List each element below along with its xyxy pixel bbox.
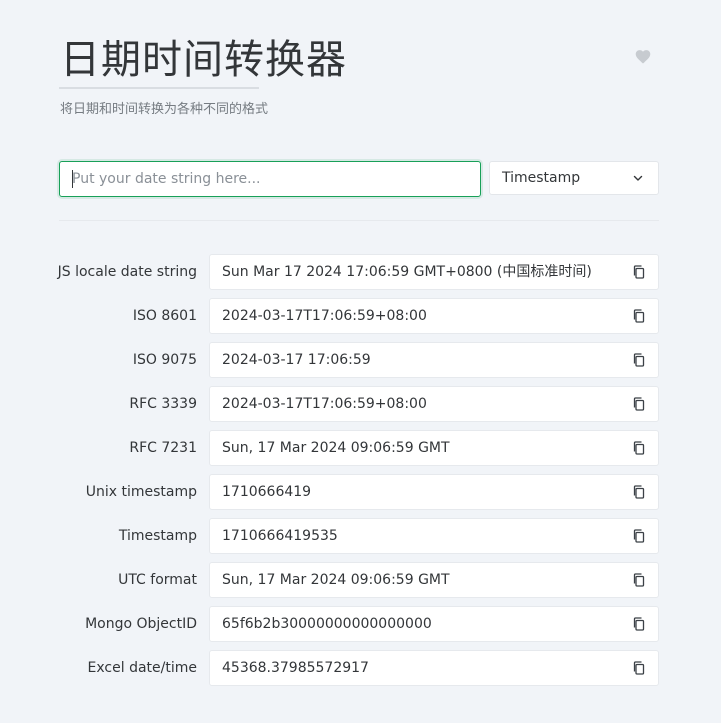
result-row: ISO 8601 2024-03-17T17:06:59+08:00 (0, 298, 721, 334)
heart-icon[interactable] (634, 48, 652, 64)
result-label: RFC 3339 (129, 396, 197, 412)
result-value-field[interactable]: Sun, 17 Mar 2024 09:06:59 GMT (209, 562, 659, 598)
result-value-field[interactable]: 2024-03-17T17:06:59+08:00 (209, 298, 659, 334)
result-label: RFC 7231 (129, 440, 197, 456)
copy-icon[interactable] (631, 396, 647, 412)
result-row: Unix timestamp 1710666419 (0, 474, 721, 510)
result-value-field[interactable]: 2024-03-17 17:06:59 (209, 342, 659, 378)
result-value-field[interactable]: 2024-03-17T17:06:59+08:00 (209, 386, 659, 422)
copy-icon[interactable] (631, 352, 647, 368)
result-value-field[interactable]: 1710666419535 (209, 518, 659, 554)
date-time-converter-page: 日期时间转换器 将日期和时间转换为各种不同的格式 Timestamp JS lo… (0, 0, 721, 723)
title-underline (59, 87, 259, 89)
result-row: JS locale date string Sun Mar 17 2024 17:… (0, 254, 721, 290)
page-subtitle: 将日期和时间转换为各种不同的格式 (60, 102, 269, 117)
result-row: RFC 7231 Sun, 17 Mar 2024 09:06:59 GMT (0, 430, 721, 466)
result-row: UTC format Sun, 17 Mar 2024 09:06:59 GMT (0, 562, 721, 598)
result-label: Timestamp (118, 528, 197, 544)
copy-icon[interactable] (631, 484, 647, 500)
copy-icon[interactable] (631, 660, 647, 676)
result-value-field[interactable]: 1710666419 (209, 474, 659, 510)
result-row: Mongo ObjectID 65f6b2b30000000000000000 (0, 606, 721, 642)
copy-icon[interactable] (631, 616, 647, 632)
result-row: Timestamp 1710666419535 (0, 518, 721, 554)
result-row: RFC 3339 2024-03-17T17:06:59+08:00 (0, 386, 721, 422)
result-label: Unix timestamp (85, 484, 197, 500)
result-label: Mongo ObjectID (85, 616, 197, 632)
copy-icon[interactable] (631, 528, 647, 544)
result-value-field[interactable]: 65f6b2b30000000000000000 (209, 606, 659, 642)
copy-icon[interactable] (631, 308, 647, 324)
result-row: ISO 9075 2024-03-17 17:06:59 (0, 342, 721, 378)
copy-icon[interactable] (631, 440, 647, 456)
result-value-field[interactable]: Sun Mar 17 2024 17:06:59 GMT+0800 (中国标准时… (209, 254, 659, 290)
result-label: Excel date/time (87, 660, 197, 676)
page-title: 日期时间转换器 (60, 37, 347, 83)
text-caret (72, 170, 73, 188)
result-label: UTC format (118, 572, 197, 588)
copy-icon[interactable] (631, 264, 647, 280)
format-select-value: Timestamp (502, 170, 581, 186)
date-string-input-wrapper[interactable] (59, 161, 481, 197)
copy-icon[interactable] (631, 572, 647, 588)
section-divider (59, 220, 659, 221)
chevron-down-icon (632, 172, 644, 184)
format-select[interactable]: Timestamp (489, 161, 659, 195)
result-label: JS locale date string (57, 264, 197, 280)
result-row: Excel date/time 45368.37985572917 (0, 650, 721, 686)
result-label: ISO 9075 (132, 352, 197, 368)
result-value-field[interactable]: Sun, 17 Mar 2024 09:06:59 GMT (209, 430, 659, 466)
result-label: ISO 8601 (132, 308, 197, 324)
result-value-field[interactable]: 45368.37985572917 (209, 650, 659, 686)
date-string-input[interactable] (72, 171, 480, 187)
